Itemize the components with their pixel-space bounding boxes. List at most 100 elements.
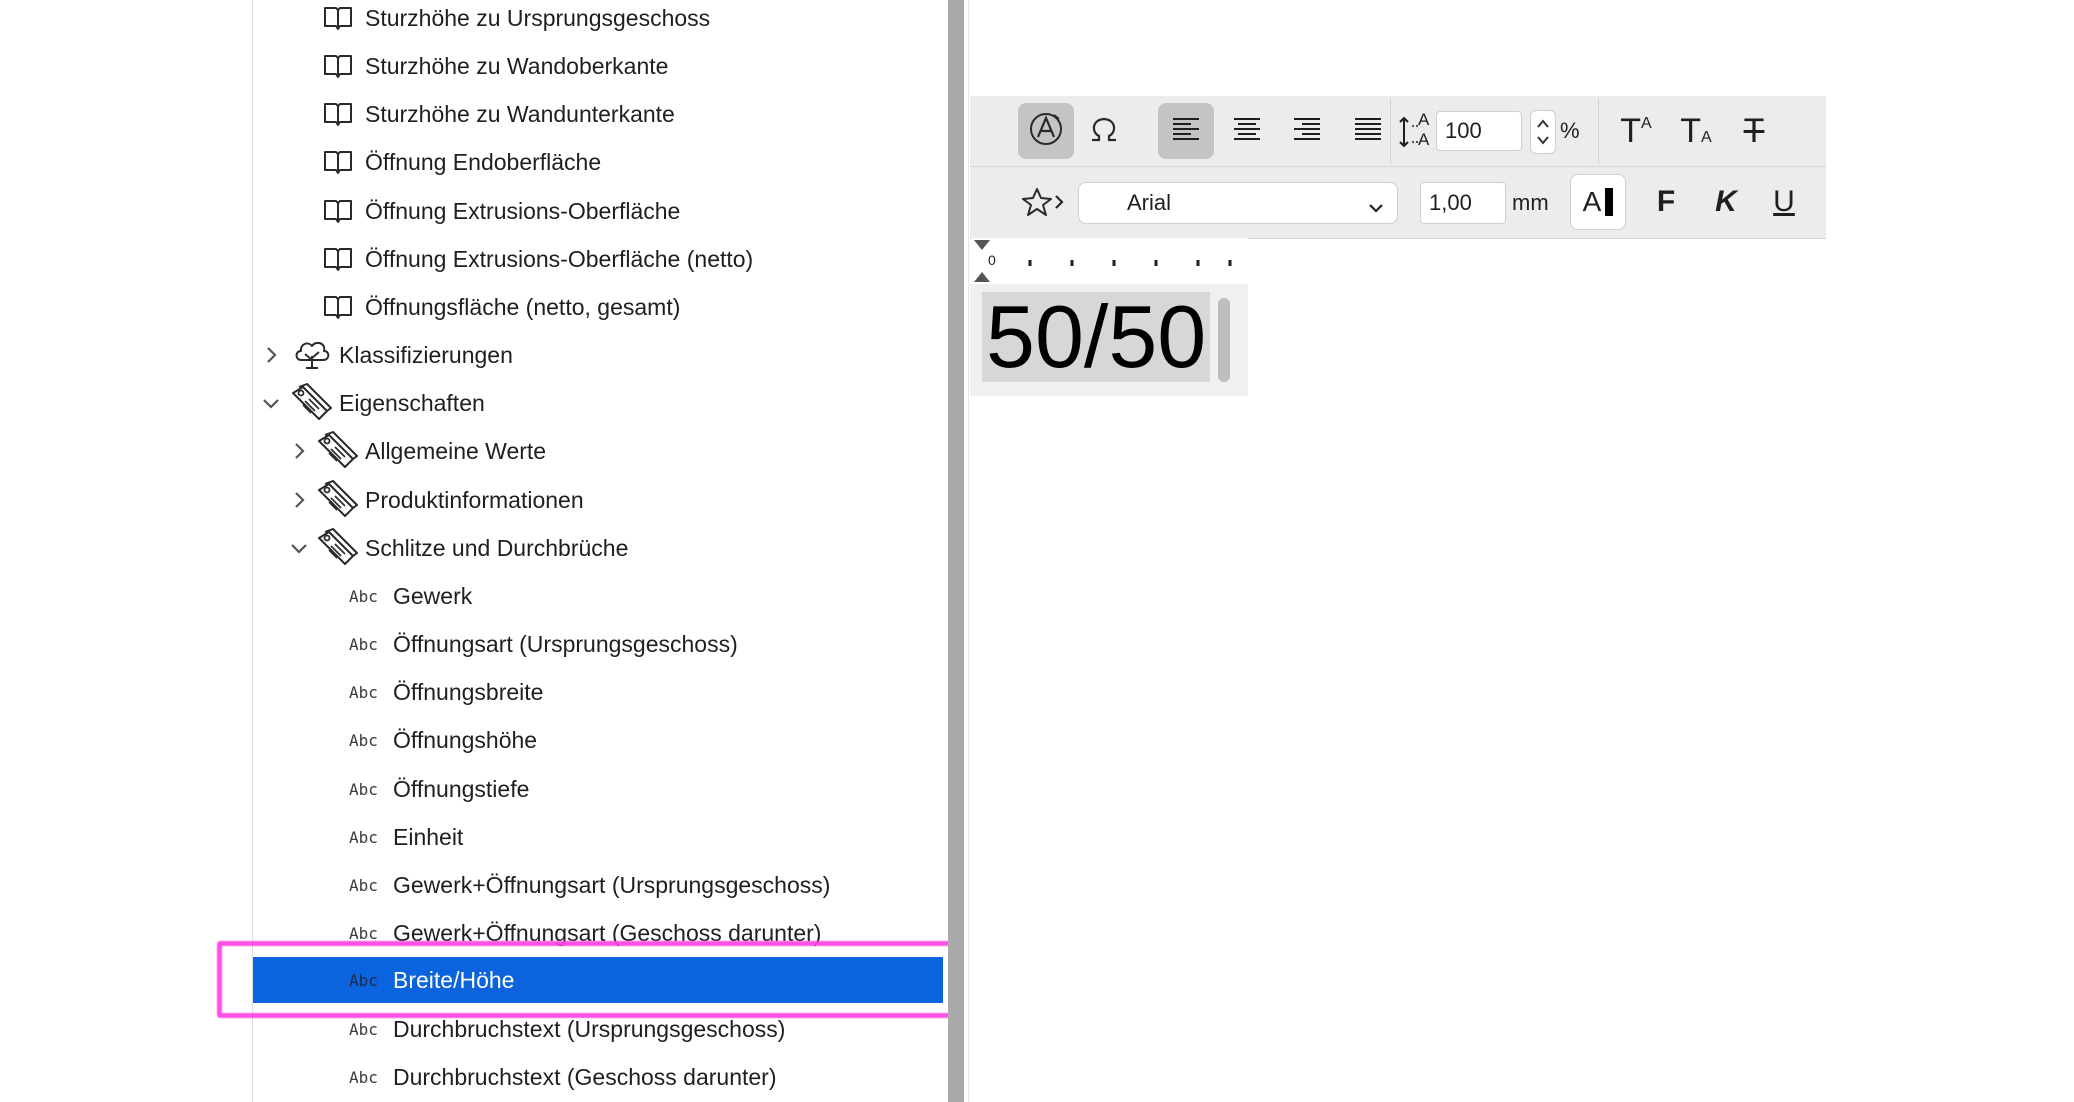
text-color-label: A — [1582, 186, 1602, 217]
text-format-toolbar: A A 100 % TA TA T Arial 1,00 mm A F K U — [970, 96, 1826, 239]
special-character-button[interactable] — [1076, 103, 1132, 159]
tree-item-label: Öffnungshöhe — [393, 726, 538, 753]
font-select[interactable]: Arial — [1078, 182, 1398, 224]
ruler-ticks — [1028, 260, 1232, 266]
subscript-button[interactable]: TA — [1668, 103, 1724, 159]
text-type-icon: Abc — [349, 827, 378, 847]
tree-item-durchbruchstext-geschoss-darunter[interactable]: Abc Durchbruchstext (Geschoss darunter) — [253, 1054, 943, 1100]
tree-item-einheit[interactable]: Abc Einheit — [253, 814, 943, 860]
percent-label: % — [1560, 118, 1580, 143]
line-spacing-stepper[interactable] — [1530, 110, 1556, 154]
book-icon — [323, 53, 353, 79]
tree-item-klassifizierungen[interactable]: Klassifizierungen — [253, 332, 943, 378]
strikethrough-label: T — [1743, 112, 1765, 150]
line-spacing-input[interactable]: 100 — [1436, 111, 1522, 151]
book-icon — [323, 294, 353, 320]
align-right-button[interactable] — [1279, 103, 1335, 159]
bold-button[interactable]: F — [1638, 174, 1694, 230]
favorites-star-icon[interactable] — [1022, 186, 1068, 218]
book-icon — [323, 198, 353, 224]
chevron-down-icon — [1367, 195, 1385, 221]
toolbar-separator — [1390, 98, 1391, 164]
tree-item-gewerk-oeffnungsart-ursprungsgeschoss[interactable]: Abc Gewerk+Öffnungsart (Ursprungsgeschos… — [253, 862, 943, 908]
tree-item-schlitze-und-durchbrueche[interactable]: Schlitze und Durchbrüche — [253, 525, 943, 571]
chevron-right-icon[interactable] — [289, 441, 309, 461]
justify-button[interactable] — [1340, 103, 1396, 159]
tree-item-oeffnungshoehe[interactable]: Abc Öffnungshöhe — [253, 717, 943, 763]
splitter-edge — [968, 0, 969, 1102]
line-spacing-glyph-bottom: A — [1418, 130, 1430, 149]
tree-item-label: Öffnungsfläche (netto, gesamt) — [365, 293, 681, 320]
tree-item-produktinformationen[interactable]: Produktinformationen — [253, 477, 943, 523]
tree-item-oeffnung-extrusions-oberflaeche-netto[interactable]: Öffnung Extrusions-Oberfläche (netto) — [253, 236, 943, 282]
omega-icon — [1086, 114, 1122, 149]
tree-item-sturzhoehe-wandoberkante[interactable]: Sturzhöhe zu Wandoberkante — [253, 43, 943, 89]
align-center-icon — [1232, 116, 1262, 147]
tree-item-label: Produktinformationen — [365, 486, 584, 513]
tree-item-oeffnungsflaeche-netto-gesamt[interactable]: Öffnungsfläche (netto, gesamt) — [253, 284, 943, 330]
tree-item-gewerk[interactable]: Abc Gewerk — [253, 573, 943, 619]
chevron-right-icon[interactable] — [261, 345, 281, 365]
tree-item-eigenschaften[interactable]: Eigenschaften — [253, 380, 943, 426]
underline-button[interactable]: U — [1756, 174, 1812, 230]
font-size-input[interactable]: 1,00 — [1420, 182, 1506, 224]
toolbar-row-1: A A 100 % TA TA T — [970, 96, 1826, 167]
chevron-down-icon[interactable] — [289, 538, 309, 558]
tree-item-label: Öffnung Endoberfläche — [365, 148, 602, 175]
tree-item-allgemeine-werte[interactable]: Allgemeine Werte — [253, 428, 943, 474]
align-left-icon — [1171, 116, 1201, 147]
tree-item-label: Sturzhöhe zu Wandoberkante — [365, 52, 669, 79]
font-select-value: Arial — [1127, 190, 1172, 215]
underline-label: U — [1773, 185, 1795, 218]
justify-icon — [1353, 116, 1383, 147]
tags-icon — [289, 383, 333, 423]
book-icon — [323, 149, 353, 175]
text-editor-preview[interactable]: 50/50 — [970, 284, 1248, 396]
text-type-icon: Abc — [349, 730, 378, 750]
tags-icon — [315, 431, 359, 471]
tree-item-sturzhoehe-ursprungsgeschoss[interactable]: Sturzhöhe zu Ursprungsgeschoss — [253, 0, 943, 41]
tags-icon — [315, 528, 359, 568]
text-color-button[interactable]: A — [1570, 174, 1626, 230]
text-color-swatch — [1605, 188, 1614, 216]
superscript-small: A — [1641, 115, 1652, 132]
book-icon — [323, 246, 353, 272]
tree-item-oeffnung-extrusions-oberflaeche[interactable]: Öffnung Extrusions-Oberfläche — [253, 188, 943, 234]
align-left-button[interactable] — [1158, 103, 1214, 159]
align-right-icon — [1292, 116, 1322, 147]
subscript-label: T — [1680, 112, 1702, 150]
selection-highlight-annotation — [217, 941, 958, 1018]
strikethrough-button[interactable]: T — [1726, 103, 1782, 159]
tree-item-oeffnungsbreite[interactable]: Abc Öffnungsbreite — [253, 669, 943, 715]
italic-label: K — [1715, 185, 1737, 218]
chevron-down-icon[interactable] — [261, 393, 281, 413]
subscript-small: A — [1701, 129, 1712, 146]
text-type-icon: Abc — [349, 1019, 378, 1039]
panel-splitter[interactable] — [948, 0, 964, 1102]
tree-item-oeffnungstiefe[interactable]: Abc Öffnungstiefe — [253, 766, 943, 812]
tree-item-label: Öffnungsbreite — [393, 678, 544, 705]
text-type-icon: Abc — [349, 634, 378, 654]
autotext-button[interactable] — [1018, 103, 1074, 159]
tree-item-label: Öffnungstiefe — [393, 775, 530, 802]
superscript-button[interactable]: TA — [1608, 103, 1664, 159]
editor-scrollbar[interactable] — [1218, 298, 1230, 382]
tree-item-oeffnungsart-ursprungsgeschoss[interactable]: Abc Öffnungsart (Ursprungsgeschoss) — [253, 621, 943, 667]
align-center-button[interactable] — [1219, 103, 1275, 159]
tree-item-label: Gewerk+Öffnungsart (Ursprungsgeschoss) — [393, 871, 831, 898]
tree-item-oeffnung-endoberflaeche[interactable]: Öffnung Endoberfläche — [253, 139, 943, 185]
text-ruler: 0 — [972, 238, 1248, 284]
tree-item-sturzhoehe-wandunterkante[interactable]: Sturzhöhe zu Wandunterkante — [253, 91, 943, 137]
properties-tree: Sturzhöhe zu Ursprungsgeschoss Sturzhöhe… — [252, 0, 943, 1102]
tree-item-label: Klassifizierungen — [339, 341, 513, 368]
tree-item-label: Eigenschaften — [339, 389, 485, 416]
tree-item-label: Durchbruchstext (Geschoss darunter) — [393, 1063, 777, 1090]
tree-item-label: Öffnungsart (Ursprungsgeschoss) — [393, 630, 738, 657]
editor-text[interactable]: 50/50 — [982, 292, 1211, 382]
text-type-icon: Abc — [349, 586, 378, 606]
line-spacing-glyph-top: A — [1418, 110, 1430, 129]
chevron-right-icon[interactable] — [289, 490, 309, 510]
text-type-icon: Abc — [349, 875, 378, 895]
italic-button[interactable]: K — [1698, 174, 1754, 230]
bold-label: F — [1656, 185, 1676, 218]
